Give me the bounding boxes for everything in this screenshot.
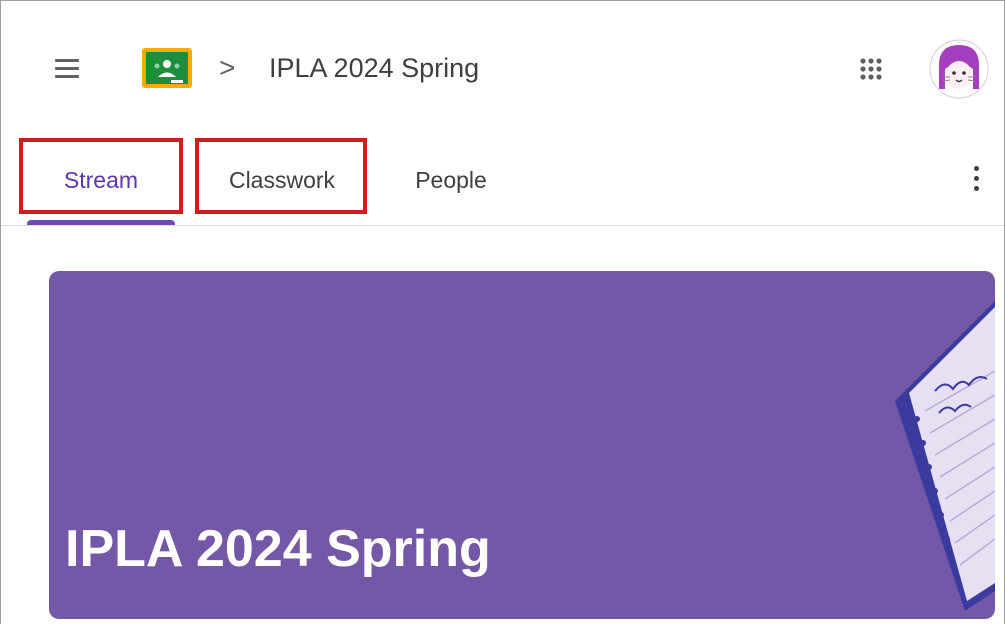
class-banner: IPLA 2024 Spring <box>49 271 995 619</box>
class-title-breadcrumb[interactable]: IPLA 2024 Spring <box>269 51 479 85</box>
more-vert-dot <box>974 186 979 191</box>
breadcrumb-separator: > <box>219 52 236 83</box>
notebook-illustration-icon <box>895 301 995 611</box>
more-options-button[interactable] <box>961 157 991 201</box>
tab-classwork-label: Classwork <box>228 167 336 193</box>
classroom-window: > IPLA 2024 Spring Stream Classwork Peop… <box>0 0 1005 624</box>
active-tab-indicator <box>27 220 175 225</box>
menu-icon-line <box>55 75 79 78</box>
google-classroom-logo-icon[interactable] <box>141 47 193 89</box>
menu-icon <box>55 59 79 62</box>
user-avatar-icon[interactable] <box>929 39 989 99</box>
tab-classwork[interactable]: Classwork <box>197 149 367 211</box>
top-app-bar: > IPLA 2024 Spring <box>1 1 1004 123</box>
tab-stream[interactable]: Stream <box>21 149 181 225</box>
class-tabs: Stream Classwork People <box>1 123 1004 226</box>
tab-people-label: People <box>415 167 487 193</box>
main-menu-button[interactable] <box>49 51 85 87</box>
more-vert-dot <box>974 176 979 181</box>
banner-class-title: IPLA 2024 Spring <box>65 520 491 578</box>
menu-icon-line <box>55 67 79 70</box>
tab-stream-label: Stream <box>63 167 139 193</box>
apps-grid-icon[interactable] <box>853 51 889 87</box>
tab-people[interactable]: People <box>381 149 521 211</box>
more-vert-icon <box>974 166 979 171</box>
